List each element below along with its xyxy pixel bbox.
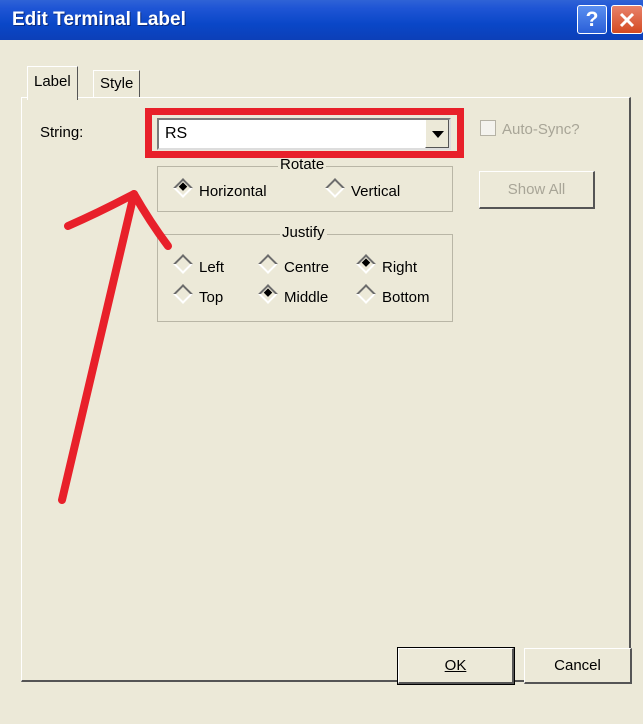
radio-label: Right	[382, 259, 418, 276]
radio-top[interactable]: Top	[173, 284, 224, 306]
radio-middle[interactable]: Middle	[258, 284, 329, 306]
radio-icon[interactable]	[325, 178, 345, 198]
radio-selected-icon[interactable]	[356, 254, 376, 274]
string-label: String:	[40, 124, 84, 141]
string-combobox[interactable]: RS	[157, 118, 451, 150]
radio-selected-icon[interactable]	[173, 178, 193, 198]
cancel-label: Cancel	[554, 657, 601, 674]
cancel-button[interactable]: Cancel	[524, 648, 632, 684]
window-title: Edit Terminal Label	[12, 9, 186, 30]
ok-label: OK	[444, 657, 467, 674]
radio-left[interactable]: Left	[173, 254, 225, 276]
radio-horizontal[interactable]: Horizontal	[173, 178, 267, 200]
auto-sync-checkbox[interactable]: Auto-Sync?	[480, 120, 580, 138]
chevron-down-icon[interactable]	[425, 120, 449, 148]
radio-label: Bottom	[382, 289, 430, 306]
radio-label: Horizontal	[199, 183, 267, 200]
radio-label: Vertical	[351, 183, 401, 200]
radio-label: Middle	[284, 289, 329, 306]
radio-label: Left	[199, 259, 225, 276]
tab-style[interactable]: Style	[93, 70, 141, 98]
radio-icon[interactable]	[173, 254, 193, 274]
title-bar: Edit Terminal Label ?	[0, 0, 643, 40]
show-all-button[interactable]: Show All	[479, 171, 595, 209]
rotate-group: Rotate Horizontal Vertical	[157, 156, 453, 212]
radio-icon[interactable]	[173, 284, 193, 304]
radio-label: Centre	[284, 259, 330, 276]
radio-icon[interactable]	[258, 254, 278, 274]
radio-right[interactable]: Right	[356, 254, 418, 276]
auto-sync-label: Auto-Sync?	[502, 121, 580, 138]
radio-centre[interactable]: Centre	[258, 254, 330, 276]
radio-bottom[interactable]: Bottom	[356, 284, 430, 306]
radio-vertical[interactable]: Vertical	[325, 178, 401, 200]
checkbox-icon[interactable]	[480, 120, 496, 136]
justify-legend: Justify	[280, 224, 327, 241]
justify-group: Justify Left Centre Right Top Middle Bot…	[157, 224, 453, 322]
ok-button[interactable]: OK	[397, 647, 515, 685]
radio-selected-icon[interactable]	[258, 284, 278, 304]
tab-label[interactable]: Label	[27, 66, 78, 100]
close-icon[interactable]	[611, 5, 643, 34]
radio-label: Top	[199, 289, 224, 306]
help-icon[interactable]: ?	[577, 5, 607, 34]
rotate-legend: Rotate	[278, 156, 327, 173]
radio-icon[interactable]	[356, 284, 376, 304]
string-value[interactable]: RS	[165, 125, 187, 143]
